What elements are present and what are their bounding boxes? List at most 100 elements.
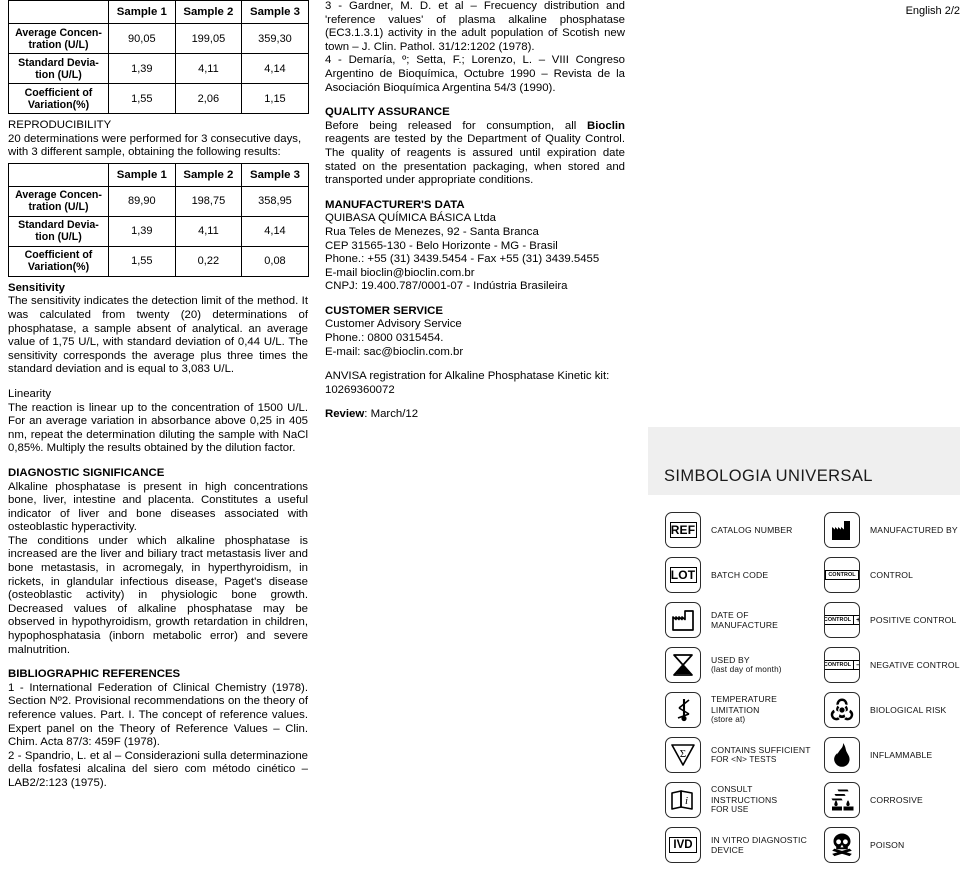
symbols-band: SIMBOLOGIA UNIVERSAL bbox=[648, 427, 960, 495]
manufacturer-line-street: Rua Teles de Menezes, 92 - Santa Branca bbox=[325, 225, 539, 238]
symbol-label-text: IN VITRO DIAGNOSTIC DEVICE bbox=[711, 834, 807, 855]
row-label-average-concentration: Average Concen-tration (U/L) bbox=[8, 185, 109, 217]
symbol-item-batch-code: LOT BATCH CODE bbox=[665, 557, 815, 602]
symbol-label-text: DATE OF MANUFACTURE bbox=[711, 609, 779, 630]
symbol-label: NEGATIVE CONTROL bbox=[870, 647, 960, 683]
cell-cv-sample1: 1,55 bbox=[108, 245, 176, 277]
symbol-item-inflammable: INFLAMMABLE bbox=[824, 737, 960, 782]
hourglass-icon bbox=[665, 647, 701, 683]
symbol-label-text: TEMPERATURE LIMITATION bbox=[711, 694, 777, 715]
symbol-label: BIOLOGICAL RISK bbox=[870, 692, 946, 728]
biohazard-icon bbox=[824, 692, 860, 728]
column-header-sample1: Sample 1 bbox=[108, 162, 176, 187]
row-label-standard-deviation: Standard Devia-tion (U/L) bbox=[8, 53, 109, 84]
instructions-book-icon: i bbox=[665, 782, 701, 818]
reproducibility-heading: REPRODUCIBILITY bbox=[8, 119, 112, 131]
symbol-label: USED BY (last day of month) bbox=[711, 647, 782, 683]
customer-service-line-phone: Phone.: 0800 0315454. bbox=[325, 332, 444, 345]
symbol-label: DATE OF MANUFACTURE bbox=[711, 602, 815, 638]
symbol-label: TEMPERATURE LIMITATION (store at) bbox=[711, 692, 815, 728]
table-corner-cell bbox=[8, 162, 109, 187]
symbol-label-text: NEGATIVE CONTROL bbox=[870, 659, 960, 670]
symbol-item-in-vitro-diagnostic: IVD IN VITRO DIAGNOSTIC DEVICE bbox=[665, 827, 815, 872]
control-minus-sign: – bbox=[854, 660, 859, 670]
symbol-item-biological-risk: BIOLOGICAL RISK bbox=[824, 692, 960, 737]
review-value: : March/12 bbox=[364, 408, 419, 421]
review-line: Review: March/12 bbox=[325, 408, 625, 422]
sigma-triangle-icon-svg: Σ bbox=[671, 744, 695, 766]
flame-icon bbox=[824, 737, 860, 773]
symbol-label: CONTROL bbox=[870, 557, 913, 593]
flame-icon-svg bbox=[834, 743, 850, 767]
ivd-icon: IVD bbox=[665, 827, 701, 863]
corrosive-icon bbox=[824, 782, 860, 818]
cell-cv-sample3: 0,08 bbox=[241, 245, 309, 277]
skull-icon-svg bbox=[832, 833, 852, 857]
symbol-label-text: BIOLOGICAL RISK bbox=[870, 704, 947, 715]
cell-avg-sample1: 90,05 bbox=[108, 23, 176, 54]
symbol-label-text: CONTAINS SUFFICIENT bbox=[711, 744, 811, 755]
quality-assurance-heading: QUALITY ASSURANCE bbox=[325, 106, 450, 119]
page-language-label: English 2/2 bbox=[905, 5, 960, 17]
anvisa-registration-number: 10269360072 bbox=[325, 383, 395, 396]
symbol-label: MANUFACTURED BY bbox=[870, 512, 958, 548]
svg-text:i: i bbox=[685, 795, 688, 807]
symbol-sublabel-text: FOR <N> TESTS bbox=[711, 755, 777, 764]
bibliographic-reference-4: 4 - Demaría, º; Setta, F.; Lorenzo, L. –… bbox=[325, 54, 625, 94]
cell-sd-sample2: 4,11 bbox=[174, 215, 243, 247]
bibliographic-reference-1: 1 - International Federation of Clinical… bbox=[8, 681, 308, 749]
corrosive-icon-svg bbox=[831, 789, 853, 811]
control-positive-glyph-wrap: CONTROL + bbox=[825, 615, 859, 625]
symbol-item-corrosive: CORROSIVE bbox=[824, 782, 960, 827]
cell-cv-sample2: 0,22 bbox=[174, 245, 243, 277]
manufacturer-data-heading: MANUFACTURER'S DATA bbox=[325, 198, 465, 211]
cell-avg-sample3: 358,95 bbox=[241, 185, 309, 217]
symbol-label-text: CONSULT INSTRUCTIONS bbox=[711, 784, 778, 805]
factory-date-icon bbox=[665, 602, 701, 638]
bibliographic-references-heading: BIBLIOGRAPHIC REFERENCES bbox=[8, 668, 181, 681]
symbol-item-temperature-limitation: TEMPERATURE LIMITATION (store at) bbox=[665, 692, 815, 737]
symbol-item-poison: POISON bbox=[824, 827, 960, 872]
symbol-item-negative-control: CONTROL – NEGATIVE CONTROL bbox=[824, 647, 960, 692]
symbol-item-date-of-manufacture: DATE OF MANUFACTURE bbox=[665, 602, 815, 647]
ref-icon: REF bbox=[665, 512, 701, 548]
symbol-label: BATCH CODE bbox=[711, 557, 768, 593]
control-negative-icon: CONTROL – bbox=[824, 647, 860, 683]
symbol-item-used-by: USED BY (last day of month) bbox=[665, 647, 815, 692]
cell-avg-sample2: 199,05 bbox=[174, 23, 243, 54]
column-header-sample2: Sample 2 bbox=[174, 162, 243, 187]
cell-avg-sample2: 198,75 bbox=[174, 185, 243, 217]
control-icon: CONTROL bbox=[824, 557, 860, 593]
biohazard-icon-svg bbox=[830, 698, 854, 721]
quality-assurance-body: Before being released for consumption, a… bbox=[325, 120, 625, 188]
symbol-item-positive-control: CONTROL + POSITIVE CONTROL bbox=[824, 602, 960, 647]
cell-sd-sample1: 1,39 bbox=[108, 53, 176, 84]
sigma-triangle-icon: Σ bbox=[665, 737, 701, 773]
column-header-sample3: Sample 3 bbox=[241, 0, 309, 24]
cell-sd-sample3: 4,14 bbox=[241, 215, 309, 247]
lot-glyph-text: LOT bbox=[669, 567, 697, 583]
symbol-label-text: CONTROL bbox=[870, 569, 914, 580]
cell-sd-sample2: 4,11 bbox=[174, 53, 243, 84]
symbol-sublabel-text: FOR USE bbox=[711, 805, 749, 815]
column-header-sample3: Sample 3 bbox=[241, 162, 309, 187]
row-label-standard-deviation: Standard Devia-tion (U/L) bbox=[8, 215, 109, 247]
symbol-item-manufactured-by: MANUFACTURED BY bbox=[824, 512, 960, 557]
qa-text-before-brand: Before being released for consumption, a… bbox=[325, 119, 588, 132]
row-label-coefficient-variation: Coefficient of Variation(%) bbox=[8, 245, 109, 277]
symbol-label-text: POSITIVE CONTROL bbox=[870, 614, 957, 625]
table-header-row: Sample 1 Sample 2 Sample 3 bbox=[8, 162, 309, 187]
table-row: Coefficient of Variation(%) 1,55 0,22 0,0… bbox=[8, 245, 309, 277]
symbol-label-text: INFLAMMABLE bbox=[870, 749, 933, 760]
reproducibility-table: Sample 1 Sample 2 Sample 3 Average Conce… bbox=[8, 162, 309, 277]
precision-table: Sample 1 Sample 2 Sample 3 Average Conce… bbox=[8, 0, 309, 114]
column-header-sample1: Sample 1 bbox=[108, 0, 176, 24]
symbol-label-text: CATALOG NUMBER bbox=[711, 524, 793, 535]
table-row: Average Concen-tration (U/L) 90,05 199,0… bbox=[8, 23, 309, 54]
symbol-sublabel-text: (store at) bbox=[711, 715, 746, 725]
symbol-item-control: CONTROL CONTROL bbox=[824, 557, 960, 602]
row-label-average-concentration: Average Concen-tration (U/L) bbox=[8, 23, 109, 54]
factory-icon bbox=[824, 512, 860, 548]
cell-cv-sample1: 1,55 bbox=[108, 83, 176, 114]
cell-sd-sample3: 4,14 bbox=[241, 53, 309, 84]
